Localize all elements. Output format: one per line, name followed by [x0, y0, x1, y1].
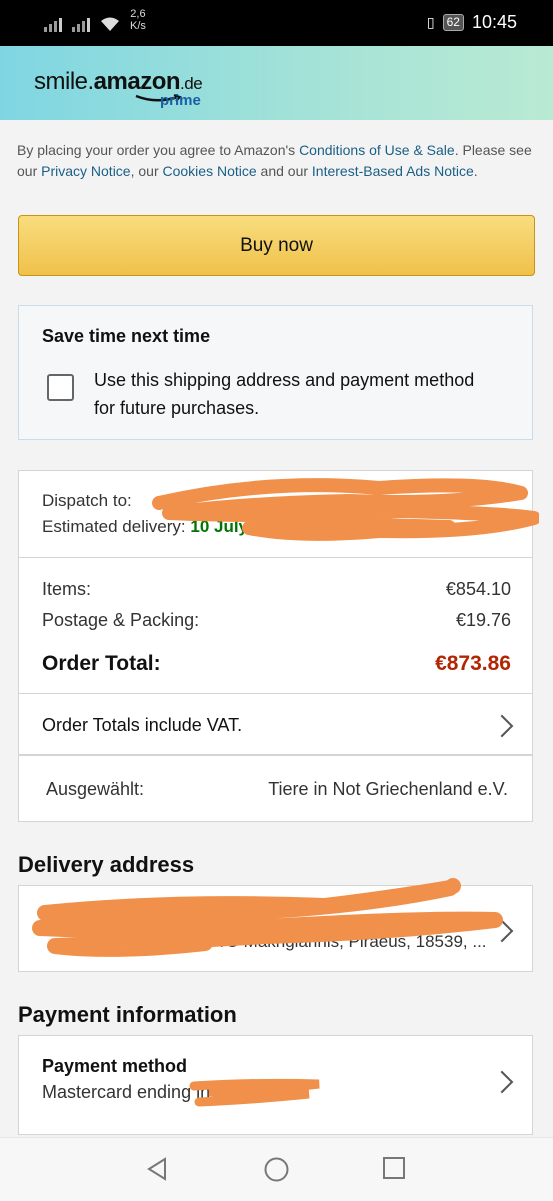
net-speed-value: 2,6: [130, 8, 146, 20]
legal-text-1: By placing your order you agree to Amazo…: [17, 142, 300, 158]
system-nav-bar: [0, 1137, 553, 1201]
logo-tld: .de: [180, 74, 203, 93]
signal-icon: [44, 14, 62, 32]
clock: 10:45: [471, 12, 517, 32]
vat-info-text: Order Totals include VAT.: [42, 715, 243, 735]
home-icon[interactable]: [263, 1156, 290, 1183]
logo-prime: prime: [160, 92, 201, 109]
save-time-title: Save time next time: [42, 326, 211, 346]
delivery-address-card[interactable]: /O Makrigiannis, Piraeus, 18539, ...: [18, 878, 533, 972]
items-row: Items: €854.10: [42, 579, 511, 600]
order-totals-card: Items: €854.10 Postage & Packing: €19.76…: [18, 557, 533, 694]
items-label: Items:: [42, 579, 92, 599]
items-value: €854.10: [445, 579, 511, 599]
smile-amazon-logo[interactable]: smile.amazon.de prime: [34, 68, 203, 109]
chevron-right-icon: [490, 714, 514, 738]
chevron-right-icon: [490, 1070, 514, 1094]
legal-text-3: , our: [130, 163, 163, 179]
payment-method-value: Mastercard ending in: [42, 1082, 211, 1102]
ads-link[interactable]: Interest-Based Ads Notice: [312, 163, 474, 179]
logo-amazon: amazon: [93, 68, 181, 95]
save-time-box: Save time next time Use this shipping ad…: [18, 305, 533, 440]
redaction-scribble: [189, 1078, 320, 1107]
charity-label: Ausgewählt:: [46, 779, 145, 799]
postage-row: Postage & Packing: €19.76: [42, 610, 511, 631]
charity-value: Tiere in Not Griechenland e.V.: [268, 779, 508, 799]
vat-info-row[interactable]: Order Totals include VAT.: [18, 693, 533, 755]
payment-method-label: Payment method: [42, 1056, 188, 1076]
payment-information-title: Payment information: [18, 1002, 237, 1027]
buy-now-button[interactable]: Buy now: [18, 215, 535, 276]
conditions-link[interactable]: Conditions of Use & Sale: [299, 142, 455, 158]
postage-label: Postage & Packing:: [42, 610, 200, 630]
dispatch-label: Dispatch to:: [42, 491, 132, 510]
wifi-icon: [101, 17, 119, 31]
net-speed-unit: K/s: [130, 20, 146, 32]
legal-notice: By placing your order you agree to Amazo…: [17, 140, 537, 182]
save-preferences-checkbox[interactable]: [47, 374, 74, 401]
dispatch-card: Dispatch to: Estimated delivery: 10 July…: [18, 470, 539, 558]
delivery-address-title: Delivery address: [18, 852, 195, 877]
order-total-row: Order Total: €873.86: [42, 652, 511, 676]
cookies-link[interactable]: Cookies Notice: [163, 163, 257, 179]
header-bar: smile.amazon.de prime: [0, 46, 553, 120]
payment-method-card[interactable]: Payment method Mastercard ending in: [18, 1035, 533, 1135]
signal-2-icon: [72, 14, 90, 32]
logo-smile: smile.: [34, 68, 94, 95]
legal-text-5: .: [473, 163, 478, 179]
save-preferences-label[interactable]: Use this shipping address and payment me…: [94, 366, 484, 422]
privacy-link[interactable]: Privacy Notice: [41, 163, 130, 179]
status-bar: 2,6 K/s ▯ 62 10:45: [0, 0, 553, 46]
charity-row: Ausgewählt: Tiere in Not Griechenland e.…: [18, 755, 533, 822]
order-total-label: Order Total:: [42, 652, 161, 675]
back-icon[interactable]: [145, 1156, 169, 1182]
vibrate-icon: ▯: [426, 14, 435, 30]
redaction-scribble: [32, 878, 503, 957]
order-total-value: €873.86: [435, 652, 511, 675]
battery-indicator: 62: [442, 14, 464, 31]
net-speed: 2,6 K/s: [130, 8, 146, 32]
legal-text-4: and our: [256, 163, 312, 179]
postage-value: €19.76: [455, 610, 511, 630]
recents-icon[interactable]: [382, 1156, 406, 1180]
redaction-scribble: [152, 478, 539, 541]
